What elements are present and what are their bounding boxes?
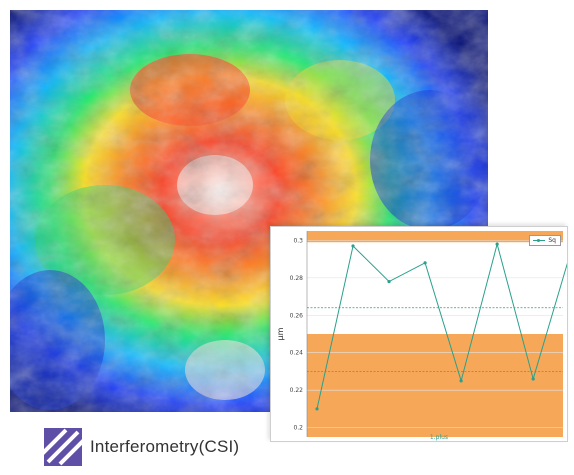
roughness-chart: 0.2 0.22 0.24 0.26 0.28 0.3 μm 1.plus Sq [270,226,568,442]
data-point [459,379,463,383]
method-caption: Interferometry(CSI) [44,428,239,466]
y-tick-label: 0.24 [290,350,304,357]
legend-swatch [533,238,546,242]
y-tick-label: 0.22 [290,387,304,394]
y-tick-label: 0.28 [290,275,304,282]
y-tick-label: 0.26 [290,312,304,319]
data-point [351,244,355,248]
stripe-logo-icon [44,428,82,466]
x-axis-label: 1.plus [430,434,448,441]
limit-band-0 [307,334,563,437]
data-point [531,377,535,381]
data-point [495,242,499,246]
y-axis-label: μm [276,327,285,340]
data-point [387,279,391,284]
y-tick-label: 0.2 [293,425,303,432]
y-tick-label: 0.3 [293,237,303,244]
data-point [315,407,319,411]
caption-text: Interferometry(CSI) [90,437,240,456]
legend-label: Sq [548,237,556,244]
data-point [423,261,427,265]
chart-plot: 0.2 0.22 0.24 0.26 0.28 0.3 μm 1.plus [276,231,567,441]
chart-legend: Sq [529,235,561,246]
